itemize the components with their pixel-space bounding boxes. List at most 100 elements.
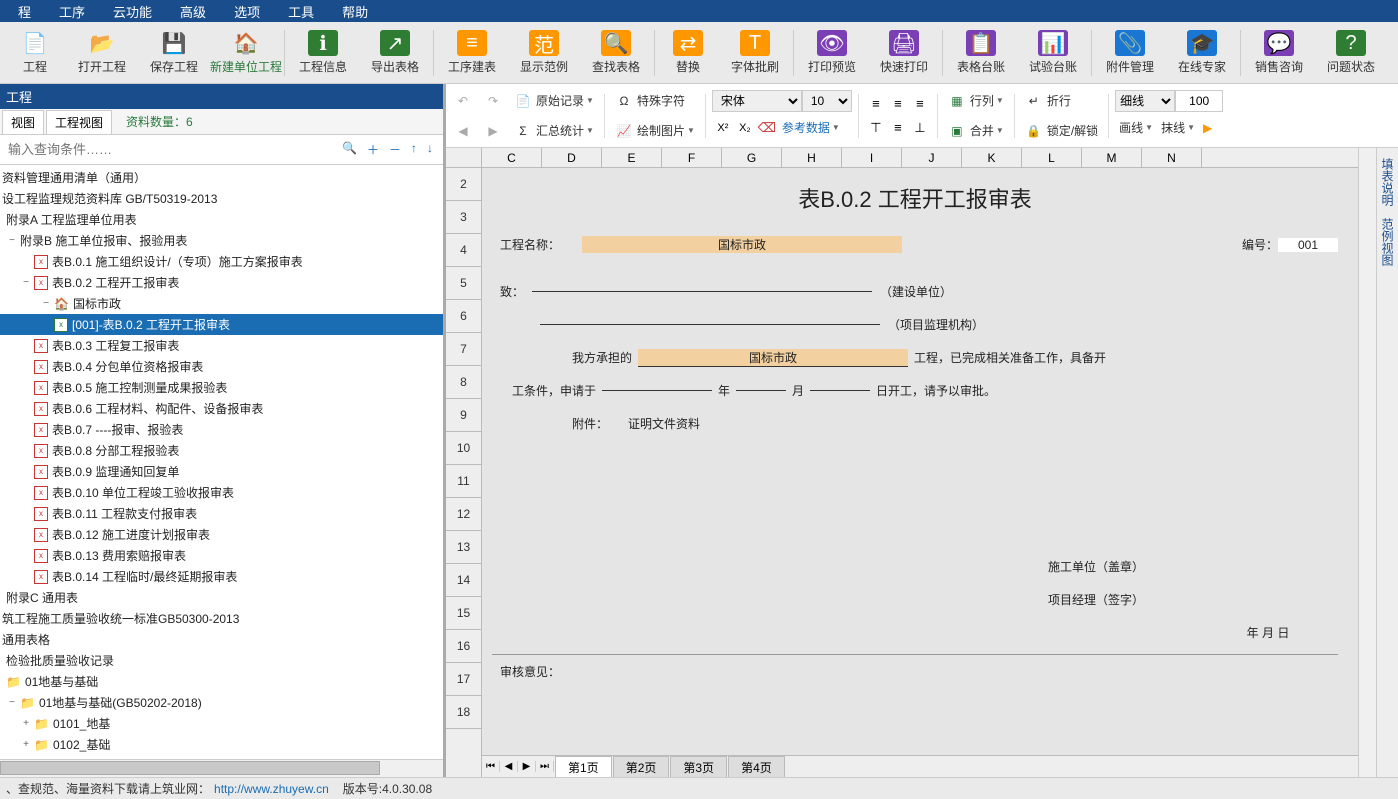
menu-帮助[interactable]: 帮助 <box>328 2 382 21</box>
align-right-icon[interactable]: ≡ <box>909 93 931 115</box>
tree-item[interactable]: +📁0101_地基 <box>0 713 443 734</box>
project2-value[interactable]: 国标市政 <box>638 349 908 367</box>
sidebar-help[interactable]: 填表说明 <box>1379 152 1396 212</box>
left-icon[interactable]: ◀ <box>450 117 480 145</box>
tree-item[interactable]: −🏠国标市政 <box>0 293 443 314</box>
day-field[interactable] <box>810 390 870 391</box>
tree-item[interactable]: x表B.0.14 工程临时/最终延期报审表 <box>0 566 443 587</box>
tool-表格台账[interactable]: 📋表格台账 <box>945 24 1017 82</box>
tree-item[interactable]: −x表B.0.2 工程开工报审表 <box>0 272 443 293</box>
tool-问题状态[interactable]: ?问题状态 <box>1315 24 1387 82</box>
clear-format-button[interactable]: ⌫ <box>756 117 778 139</box>
undo-icon[interactable]: ↶ <box>450 87 480 115</box>
tool-试验台账[interactable]: 📊试验台账 <box>1017 24 1089 82</box>
year-field[interactable] <box>602 390 712 391</box>
tree-item[interactable]: 附录C 通用表 <box>0 587 443 608</box>
tree-item[interactable]: x表B.0.4 分包单位资格报审表 <box>0 356 443 377</box>
search-icon[interactable]: 🔍 <box>342 141 357 158</box>
tool-查找表格[interactable]: 🔍查找表格 <box>580 24 652 82</box>
wrap-button[interactable]: ↵折行 <box>1021 87 1075 115</box>
tool-打开工程[interactable]: 📂打开工程 <box>66 24 138 82</box>
tree-item[interactable]: 资料管理通用清单（通用） <box>0 167 443 188</box>
tab-project-view[interactable]: 工程视图 <box>46 110 112 134</box>
tool-快速打印[interactable]: 🖨快速打印 <box>868 24 940 82</box>
v-scrollbar[interactable] <box>1358 148 1376 777</box>
tool-工程信息[interactable]: ℹ工程信息 <box>287 24 359 82</box>
align-center-icon[interactable]: ≡ <box>887 93 909 115</box>
tree-item[interactable]: −附录B 施工单位报审、报验用表 <box>0 230 443 251</box>
tool-在线专家[interactable]: 🎓在线专家 <box>1166 24 1238 82</box>
valign-mid-icon[interactable]: ≡ <box>887 117 909 139</box>
more-icon[interactable]: ▶ <box>1199 114 1216 142</box>
tree-item[interactable]: 附录A 工程监理单位用表 <box>0 209 443 230</box>
tool-工序建表[interactable]: ≡工序建表 <box>436 24 508 82</box>
tree-item[interactable]: x表B.0.8 分部工程报验表 <box>0 440 443 461</box>
tree-item[interactable]: x表B.0.9 监理通知回复单 <box>0 461 443 482</box>
summary-stats-button[interactable]: Σ汇总统计▼ <box>510 117 598 145</box>
spreadsheet-cells[interactable]: 表B.0.2 工程开工报审表 工程名称： 国标市政 编号： 001 致： <box>482 168 1358 755</box>
menu-云功能[interactable]: 云功能 <box>99 2 166 21</box>
superscript-button[interactable]: X² <box>712 117 734 139</box>
search-input[interactable] <box>0 138 332 161</box>
tool-显示范例[interactable]: 范显示范例 <box>508 24 580 82</box>
tree-item[interactable]: x[001]-表B.0.2 工程开工报审表 <box>0 314 443 335</box>
tree-item[interactable]: x表B.0.13 费用索赔报审表 <box>0 545 443 566</box>
tree-item[interactable]: x表B.0.10 单位工程竣工验收报审表 <box>0 482 443 503</box>
sheet-nav-first-icon[interactable]: ⏮ <box>482 761 500 772</box>
line-style-select[interactable]: 细线 <box>1115 90 1175 112</box>
sheet-nav-prev-icon[interactable]: ◀ <box>500 761 518 772</box>
tool-打印预览[interactable]: 👁打印预览 <box>796 24 868 82</box>
tree-item[interactable]: 通用表格 <box>0 629 443 650</box>
to-unit2-field[interactable] <box>540 324 880 325</box>
tree-item[interactable]: x表B.0.12 施工进度计划报审表 <box>0 524 443 545</box>
tree-item[interactable]: 设工程监理规范资料库 GB/T50319-2013 <box>0 188 443 209</box>
tree-item[interactable]: x表B.0.7 ----报审、报验表 <box>0 419 443 440</box>
tree-item[interactable]: 检验批质量验收记录 <box>0 650 443 671</box>
sheet-nav-next-icon[interactable]: ▶ <box>518 761 536 772</box>
sheet-tab-4[interactable]: 第4页 <box>728 756 785 778</box>
tool-销售咨询[interactable]: 💬销售咨询 <box>1243 24 1315 82</box>
tool-字体批刷[interactable]: T字体批刷 <box>719 24 791 82</box>
erase-line-button[interactable]: 抹线▼ <box>1157 114 1199 142</box>
tool-替换[interactable]: ⇄替换 <box>657 24 719 82</box>
valign-top-icon[interactable]: ⊤ <box>865 117 887 139</box>
menu-选项[interactable]: 选项 <box>220 2 274 21</box>
month-field[interactable] <box>736 390 786 391</box>
merge-button[interactable]: ▣合并▼ <box>944 117 1008 145</box>
sheet-tab-3[interactable]: 第3页 <box>670 756 727 778</box>
font-select[interactable]: 宋体 <box>712 90 802 112</box>
original-record-button[interactable]: 📄原始记录▼ <box>510 87 598 115</box>
remove-icon[interactable]: － <box>389 141 401 158</box>
tool-新建单位工程[interactable]: 🏠新建单位工程 <box>210 24 282 82</box>
sheet-tab-2[interactable]: 第2页 <box>613 756 670 778</box>
tree-item[interactable]: −📁01地基与基础(GB50202-2018) <box>0 692 443 713</box>
tree-item[interactable]: 筑工程施工质量验收统一标准GB50300-2013 <box>0 608 443 629</box>
tree-item[interactable]: x表B.0.11 工程款支付报审表 <box>0 503 443 524</box>
project-name-value[interactable]: 国标市政 <box>582 236 902 253</box>
sheet-tab-1[interactable]: 第1页 <box>555 756 612 778</box>
tree-item[interactable]: +📁0102_基础 <box>0 734 443 755</box>
menu-工序[interactable]: 工序 <box>45 2 99 21</box>
valign-bot-icon[interactable]: ⊥ <box>909 117 931 139</box>
special-char-button[interactable]: Ω特殊字符 <box>611 87 689 115</box>
reference-data-button[interactable]: 参考数据▼ <box>778 114 844 142</box>
right-icon[interactable]: ▶ <box>480 117 510 145</box>
redo-icon[interactable]: ↷ <box>480 87 510 115</box>
chart-button[interactable]: 📈绘制图片▼ <box>611 117 699 145</box>
draw-line-button[interactable]: 画线▼ <box>1115 114 1157 142</box>
zoom-input[interactable] <box>1175 90 1223 112</box>
menu-工具[interactable]: 工具 <box>274 2 328 21</box>
subscript-button[interactable]: X₂ <box>734 117 756 139</box>
tree-item[interactable]: x表B.0.5 施工控制测量成果报验表 <box>0 377 443 398</box>
up-icon[interactable]: ↑ <box>411 141 417 158</box>
down-icon[interactable]: ↓ <box>427 141 433 158</box>
tool-附件管理[interactable]: 📎附件管理 <box>1094 24 1166 82</box>
lock-button[interactable]: 🔒锁定/解锁 <box>1021 117 1102 145</box>
sheet-nav-last-icon[interactable]: ⏭ <box>536 761 554 772</box>
add-icon[interactable]: ＋ <box>367 141 379 158</box>
to-unit1-field[interactable] <box>532 291 872 292</box>
menu-程[interactable]: 程 <box>4 2 45 21</box>
tool-保存工程[interactable]: 💾保存工程 <box>138 24 210 82</box>
row-col-button[interactable]: ▦行列▼ <box>944 87 1008 115</box>
tree-item[interactable]: x表B.0.3 工程复工报审表 <box>0 335 443 356</box>
